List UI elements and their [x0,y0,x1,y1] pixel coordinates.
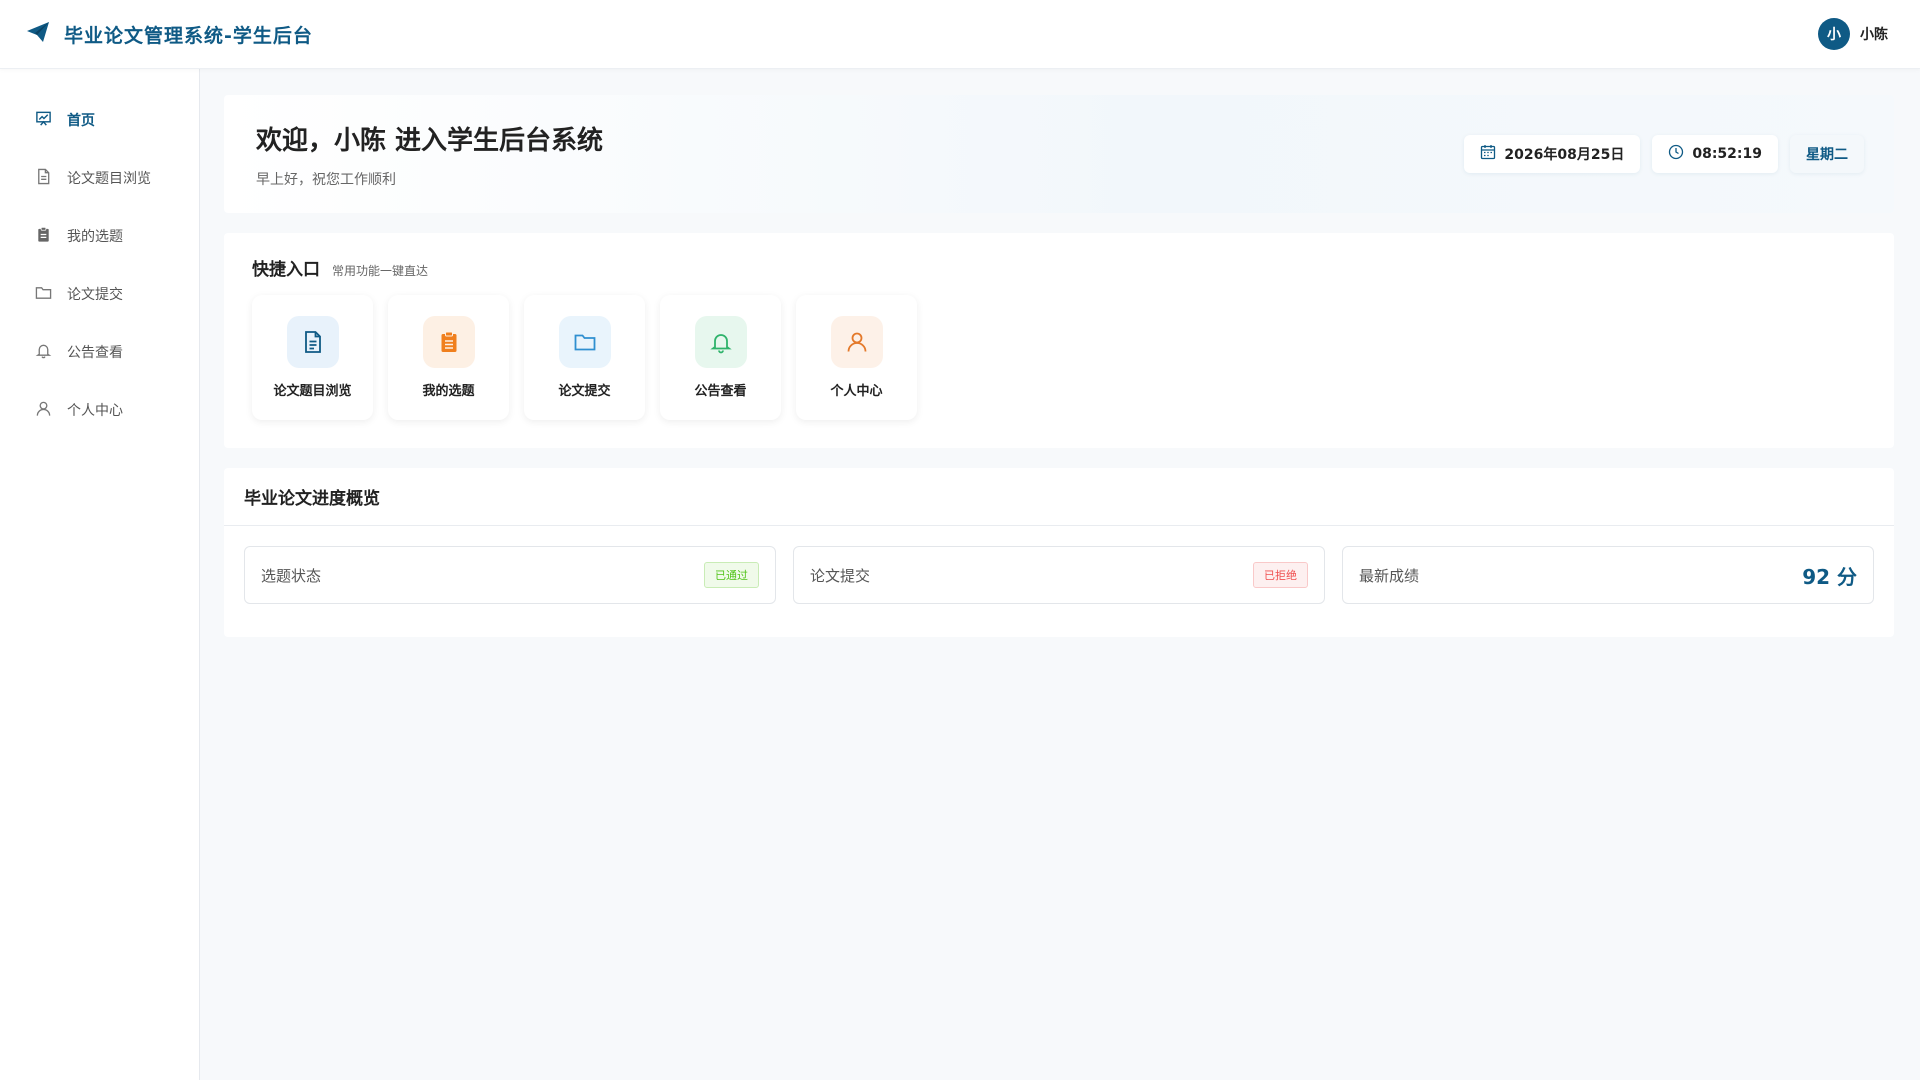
quick-my-topic[interactable]: 我的选题 [388,295,509,420]
avatar[interactable]: 小 [1818,18,1850,50]
quick-label: 论文题目浏览 [273,384,352,399]
quick-access-panel: 快捷入口 常用功能一键直达 论文题目浏览 我的选题 论文提交 公告查看 个人中心 [224,233,1894,448]
time-text: 08:52:19 [1692,146,1762,162]
submission-status-card: 论文提交 已拒绝 [793,546,1325,604]
date-text: 2026年08月25日 [1504,147,1625,163]
user-icon [35,400,52,421]
sidebar-item-submit[interactable]: 论文提交 [0,265,199,323]
datetime-chips: 2026年08月25日 08:52:19 星期二 [1464,135,1864,173]
quick-label: 公告查看 [694,384,747,399]
bell-icon [35,342,52,363]
quick-label: 个人中心 [830,384,883,399]
sidebar-item-my-topic[interactable]: 我的选题 [0,207,199,265]
paper-plane-icon [26,21,50,47]
weekday-text: 星期二 [1806,147,1848,163]
sidebar-item-label: 论文提交 [67,287,123,303]
quick-label: 论文提交 [558,384,611,399]
home-chart-icon [35,110,52,131]
app-title: 毕业论文管理系统-学生后台 [64,24,313,47]
sidebar-item-label: 公告查看 [67,345,123,361]
bell-icon [694,316,747,368]
brand[interactable]: 毕业论文管理系统-学生后台 [26,21,313,48]
folder-icon [558,316,611,368]
score-value: 92 分 [1802,564,1857,589]
status-badge: 已拒绝 [1253,562,1308,588]
status-label: 最新成绩 [1359,566,1420,585]
status-label: 论文提交 [810,566,871,585]
clock-icon [1668,144,1684,164]
document-icon [35,168,52,189]
welcome-banner: 欢迎，小陈 进入学生后台系统 早上好，祝您工作顺利 2026年08月25日 08… [224,95,1894,213]
latest-score-card: 最新成绩 92 分 [1342,546,1874,604]
clipboard-icon [35,226,52,247]
progress-title: 毕业论文进度概览 [224,468,1894,526]
sidebar-item-label: 个人中心 [67,403,123,419]
user-name[interactable]: 小陈 [1860,24,1888,44]
welcome-subtitle: 早上好，祝您工作顺利 [256,171,396,188]
weekday-chip: 星期二 [1790,135,1864,173]
status-label: 选题状态 [261,566,322,585]
folder-icon [35,284,52,305]
sidebar-item-home[interactable]: 首页 [0,91,199,149]
document-icon [286,316,339,368]
progress-overview-panel: 毕业论文进度概览 选题状态 已通过 论文提交 已拒绝 最新成绩 92 分 [224,468,1894,637]
quick-submit[interactable]: 论文提交 [524,295,645,420]
main-content: 欢迎，小陈 进入学生后台系统 早上好，祝您工作顺利 2026年08月25日 08… [224,95,1894,637]
quick-topic-browse[interactable]: 论文题目浏览 [252,295,373,420]
user-menu[interactable]: 小 小陈 [1818,18,1888,50]
status-badge: 已通过 [704,562,759,588]
top-header: 毕业论文管理系统-学生后台 小 小陈 [0,0,1920,69]
clipboard-icon [422,316,475,368]
quick-access-subtitle: 常用功能一键直达 [332,264,429,278]
sidebar-item-topic-browse[interactable]: 论文题目浏览 [0,149,199,207]
sidebar-item-label: 首页 [67,113,95,129]
topic-status-card: 选题状态 已通过 [244,546,776,604]
sidebar-item-label: 我的选题 [67,229,123,245]
quick-profile[interactable]: 个人中心 [796,295,917,420]
sidebar-item-label: 论文题目浏览 [67,171,151,187]
sidebar-item-profile[interactable]: 个人中心 [0,381,199,439]
user-icon [830,316,883,368]
quick-access-title: 快捷入口 [252,260,320,280]
quick-label: 我的选题 [422,384,475,399]
time-chip: 08:52:19 [1652,135,1778,173]
sidebar: 首页 论文题目浏览 我的选题 论文提交 公告查看 个人中心 [0,69,200,1080]
sidebar-item-announcements[interactable]: 公告查看 [0,323,199,381]
quick-announcements[interactable]: 公告查看 [660,295,781,420]
calendar-icon [1480,144,1496,164]
date-chip: 2026年08月25日 [1464,135,1641,173]
welcome-title: 欢迎，小陈 进入学生后台系统 [256,125,604,156]
